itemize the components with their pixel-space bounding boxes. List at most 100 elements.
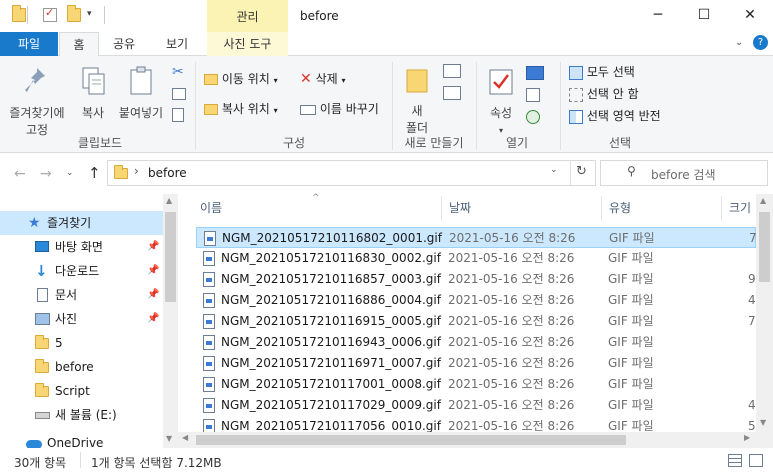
file-row[interactable]: NGM_20210517210117029_0009.gif 2021-05-16… [196, 395, 756, 416]
column-separator[interactable] [601, 196, 602, 221]
nav-scrollbar[interactable]: ▲ ▼ [163, 194, 178, 448]
tab-home[interactable]: 홈 [59, 32, 99, 57]
close-button[interactable]: ✕ [727, 0, 773, 32]
invert-selection-button[interactable]: 선택 영역 반전 [569, 106, 661, 126]
tab-picture-tools[interactable]: 사진 도구 [207, 32, 288, 56]
file-row[interactable]: NGM_20210517210116857_0003.gif 2021-05-16… [196, 269, 756, 290]
nav-item-onedrive[interactable]: OneDrive [0, 436, 163, 448]
copy-path-icon[interactable] [172, 88, 186, 100]
scroll-down-icon[interactable]: ▼ [166, 434, 172, 443]
address-bar[interactable]: › before ⌄ ↻ [107, 160, 596, 186]
nav-item-folder-5[interactable]: 5 [0, 331, 163, 355]
nav-item-folder-script[interactable]: Script [0, 379, 163, 403]
maximize-button[interactable]: ☐ [681, 0, 727, 32]
file-row[interactable]: NGM_20210517210116915_0005.gif 2021-05-16… [196, 311, 756, 332]
open-image-icon[interactable] [526, 66, 544, 80]
file-list-scrollbar[interactable]: ▲ ▼ [756, 194, 773, 448]
customize-quick-access-icon[interactable]: ▾ [87, 9, 92, 19]
file-row[interactable]: NGM_20210517210116971_0007.gif 2021-05-16… [196, 353, 756, 374]
scroll-up-icon[interactable]: ▲ [760, 196, 766, 205]
tab-file[interactable]: 파일 [0, 32, 58, 56]
properties-check-icon [489, 69, 513, 95]
breadcrumb-item[interactable]: before [148, 166, 187, 180]
tab-share[interactable]: 공유 [104, 32, 144, 56]
file-row[interactable]: NGM_20210517210116886_0004.gif 2021-05-16… [196, 290, 756, 311]
large-icons-view-icon[interactable] [749, 454, 763, 467]
copy-to-button[interactable]: 복사 위치 ▾ [204, 99, 278, 119]
file-name: NGM_20210517210116857_0003.gif [221, 272, 441, 286]
search-input[interactable]: ⚲ before 검색 [600, 160, 768, 186]
tab-view[interactable]: 보기 [157, 32, 197, 56]
paste-shortcut-icon[interactable] [172, 108, 184, 122]
nav-item-pictures[interactable]: 사진 📌 [0, 307, 163, 331]
help-icon[interactable]: ? [753, 35, 768, 50]
copy-icon [82, 67, 105, 95]
horizontal-scrollbar[interactable]: ◀ ▶ [178, 432, 756, 448]
nav-item-quick-access[interactable]: ★ 즐겨찾기 [0, 211, 163, 235]
context-tab-manage[interactable]: 관리 [207, 0, 288, 32]
file-row[interactable]: NGM_20210517210116830_0002.gif 2021-05-16… [196, 248, 756, 269]
properties-icon[interactable]: ✓ [43, 6, 57, 22]
breadcrumb-separator-icon[interactable]: › [134, 164, 139, 178]
nav-item-folder-before[interactable]: before [0, 355, 163, 379]
nav-item-volume-e[interactable]: 새 볼륨 (E:) [0, 403, 163, 427]
file-row[interactable]: NGM_20210517210117001_0008.gif 2021-05-16… [196, 374, 756, 395]
properties-button[interactable]: 속성 ▾ [482, 66, 520, 139]
pin-to-quick-access-button[interactable]: 즐겨찾기에 고정 [4, 66, 70, 139]
star-icon: ★ [28, 215, 41, 231]
back-arrow-icon[interactable]: ← [14, 166, 26, 182]
new-folder-icon [406, 69, 428, 93]
column-separator[interactable] [441, 196, 442, 221]
new-folder-button[interactable]: 새 폴더 [399, 64, 435, 137]
file-row[interactable]: NGM_20210517210116802_0001.gif 2021-05-16… [196, 227, 757, 248]
nav-item-documents[interactable]: 문서 📌 [0, 283, 163, 307]
recent-locations-icon[interactable]: ⌄ [66, 168, 74, 178]
open-group-label: 열기 [505, 136, 529, 150]
nav-label: 다운로드 [55, 264, 100, 278]
nav-item-desktop[interactable]: 바탕 화면 📌 [0, 235, 163, 259]
file-date: 2021-05-16 오전 8:26 [448, 377, 575, 391]
select-none-button[interactable]: 선택 안 함 [569, 84, 639, 104]
move-to-button[interactable]: 이동 위치 ▾ [204, 69, 278, 89]
history-icon[interactable] [526, 110, 540, 124]
ribbon-expand-icon[interactable]: ⌄ [735, 37, 743, 48]
column-header-date[interactable]: 날짜 [449, 196, 471, 221]
cut-icon[interactable]: ✂ [172, 64, 184, 80]
scroll-left-icon[interactable]: ◀ [182, 433, 188, 442]
scroll-thumb[interactable] [165, 212, 176, 302]
clipboard-group-label: 클립보드 [77, 136, 123, 150]
delete-button[interactable]: ✕ 삭제 ▾ [300, 69, 346, 89]
file-name: NGM_20210517210116915_0005.gif [221, 314, 441, 328]
minimize-button[interactable]: ─ [635, 0, 681, 32]
new-folder-icon[interactable] [67, 5, 81, 22]
edit-icon[interactable] [526, 88, 540, 102]
column-separator[interactable] [721, 196, 722, 221]
column-header-name[interactable]: 이름 [200, 196, 222, 221]
new-item-icon[interactable] [443, 64, 461, 78]
address-dropdown-icon[interactable]: ⌄ [550, 165, 558, 175]
up-arrow-icon[interactable]: ↑ [88, 164, 101, 182]
rename-button[interactable]: 이름 바꾸기 [300, 99, 379, 119]
nav-item-downloads[interactable]: ↓ 다운로드 📌 [0, 259, 163, 283]
paste-button[interactable]: 붙여넣기 [116, 66, 166, 122]
nav-label: 즐겨찾기 [47, 216, 92, 230]
file-date: 2021-05-16 오전 8:26 [449, 231, 576, 245]
refresh-icon[interactable]: ↻ [576, 164, 587, 179]
cloud-icon [26, 440, 42, 448]
easy-access-icon[interactable] [443, 86, 461, 100]
group-separator [560, 62, 561, 150]
divider [27, 6, 28, 24]
column-header-size[interactable]: 크기 [729, 196, 751, 221]
file-row[interactable]: NGM_20210517210116943_0006.gif 2021-05-16… [196, 332, 756, 353]
select-all-button[interactable]: 모두 선택 [569, 62, 635, 82]
details-view-icon[interactable] [728, 454, 742, 467]
scroll-up-icon[interactable]: ▲ [166, 196, 172, 205]
scroll-down-icon[interactable]: ▼ [760, 418, 766, 427]
forward-arrow-icon[interactable]: → [40, 166, 52, 182]
scroll-thumb[interactable] [196, 435, 626, 445]
scroll-thumb[interactable] [759, 212, 770, 282]
pin-icon: 📌 [147, 241, 160, 252]
copy-button[interactable]: 복사 [76, 66, 110, 122]
column-header-type[interactable]: 유형 [609, 196, 631, 221]
scroll-right-icon[interactable]: ▶ [744, 433, 750, 442]
